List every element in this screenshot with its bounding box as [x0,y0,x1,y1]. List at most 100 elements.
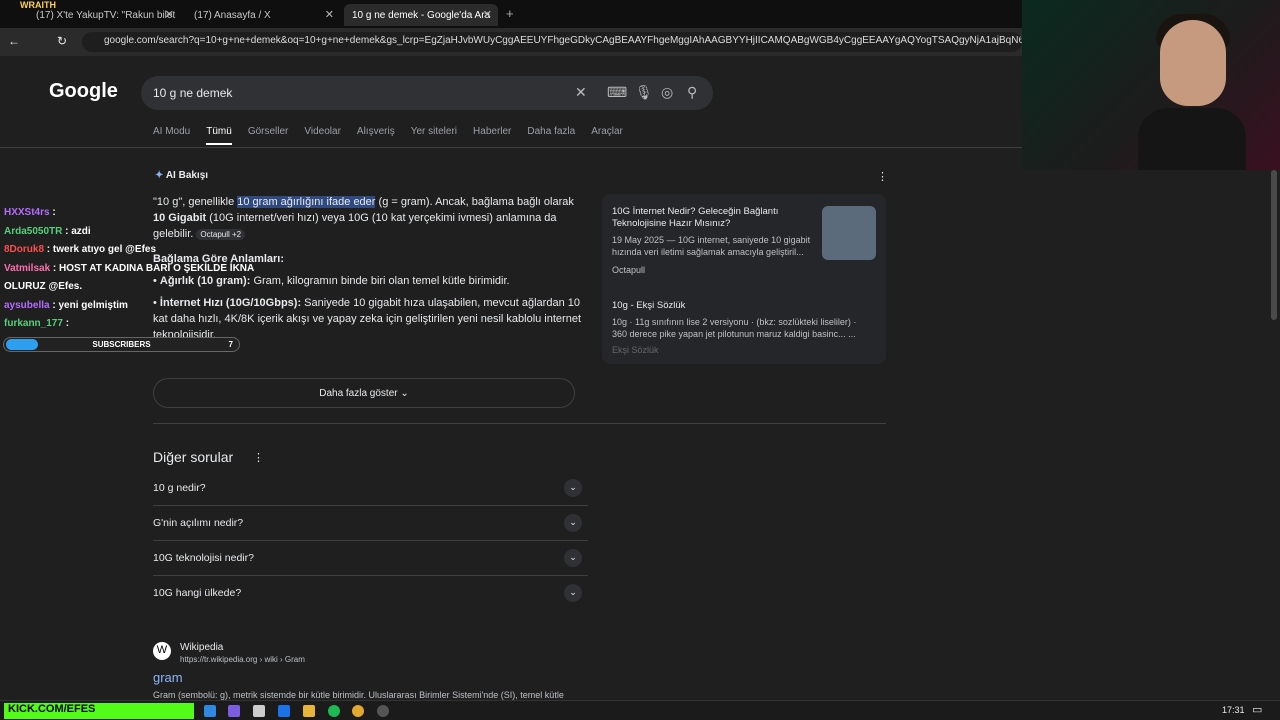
chat-text: twerk atıyo gel @Efes [52,244,157,255]
reload-icon[interactable]: ↻ [57,34,67,48]
google-logo[interactable]: Google [49,80,118,103]
show-more-button[interactable]: Daha fazla göster ⌄ [153,378,575,408]
tab-label: (17) Anasayfa / X [194,9,271,21]
more-icon[interactable]: ⋮ [253,451,264,464]
mic-icon[interactable]: 🎙 [635,84,653,101]
chat-user: furkann_177 [4,318,63,329]
tab-places[interactable]: Yer siteleri [411,126,457,145]
source-desc: 10g · 11g sınıfının lise 2 versiyonu · (… [612,317,857,339]
ai-menu-icon[interactable]: ⋮ [877,170,888,183]
subscriber-goal-bar: SUBSCRIBERS 7 [3,337,240,352]
source-title: 10g - Ekşi Sözlük [612,300,686,311]
close-icon[interactable]: ✕ [483,8,492,21]
search-input[interactable]: 10 g ne demek ✕ ⌨ 🎙 ◎ ⚲ [141,76,713,110]
spotify-icon[interactable] [328,705,340,717]
site-name: Wikipedia [180,642,224,653]
site-url: https://tr.wikipedia.org › wiki › Gram [180,655,305,664]
tab-news[interactable]: Haberler [473,126,511,145]
source-site: Ekşi Sözlük [612,345,659,355]
source-thumbnail[interactable] [822,206,876,260]
result-title[interactable]: gram [153,670,183,685]
related-questions-title: Diğer sorular [153,449,234,465]
chat-user: HXXSt4rs [4,207,50,218]
chat-text: azdi [71,225,91,237]
ai-highlight: 10 gram ağırlığını ifade eder [237,196,376,208]
source-desc: 19 May 2025 — 10G internet, saniyede 10 … [612,235,811,257]
ai-title-text: AI Bakışı [165,170,209,181]
source-badge[interactable]: Octapull +2 [196,229,246,240]
question-item[interactable]: 10G hangi ülkede? ⌄ [153,576,588,611]
clock[interactable]: 17:31 [1222,705,1245,715]
back-icon[interactable]: ← [8,34,20,48]
obs-icon[interactable] [377,705,389,717]
chevron-down-icon[interactable]: ⌄ [564,514,582,532]
keyboard-icon[interactable]: ⌨ [607,84,627,101]
chat-user: 8Doruk8 [4,244,45,255]
tab-x-yakup[interactable]: (17) X'te YakupTV: "Rakun bilet ✕ [28,4,180,26]
close-icon[interactable]: ✕ [165,8,174,21]
ai-overview-title: ✦ AI Bakışı [155,170,208,181]
tab-x-home[interactable]: (17) Anasayfa / X ✕ [186,4,340,26]
close-icon[interactable]: ✕ [325,8,334,21]
address-bar: ← ↻ google.com/search?q=10+g+ne+demek&oq… [0,28,1022,56]
chat-text: yeni gelmiştim [58,299,128,311]
subscribers-label: SUBSCRIBERS [92,340,151,349]
chevron-down-icon[interactable]: ⌄ [564,479,582,497]
tab-all[interactable]: Tümü [206,126,232,145]
clear-icon[interactable]: ✕ [575,84,587,101]
tab-label: 10 g ne demek - Google'da Ara [352,9,491,21]
divider [153,423,886,424]
wikipedia-result: W Wikipedia https://tr.wikipedia.org › w… [153,642,564,700]
notification-icon[interactable]: ▭ [1252,703,1262,716]
question-label: 10G hangi ülkede? [153,587,242,599]
tab-google-search[interactable]: 10 g ne demek - Google'da Ara ✕ [344,4,498,26]
chat-message: aysubella : yeni gelmiştim [4,299,128,311]
tab-shopping[interactable]: Alışveriş [357,126,395,145]
sparkle-icon: ✦ [155,170,164,181]
subscriber-progress-fill [6,339,38,350]
edge-icon[interactable] [204,705,216,717]
apps-icon[interactable] [253,705,265,717]
question-item[interactable]: G'nin açılımı nedir? ⌄ [153,506,588,541]
chat-message: Arda5050TR : azdi [4,225,91,237]
chat-user: Vatmilsak [4,262,51,274]
question-item[interactable]: 10G teknolojisi nedir? ⌄ [153,541,588,576]
new-tab-icon[interactable]: + [506,6,514,21]
chat-message: furkann_177 : [4,318,70,329]
browser-icon[interactable] [228,705,240,717]
chat-message: HXXSt4rs : [4,207,56,218]
tab-more[interactable]: Daha fazla [527,126,575,145]
outlook-icon[interactable] [278,705,290,717]
ai-text: (g = gram). Ancak, bağlama bağlı olarak [375,196,574,208]
source-site: Octapull [612,265,646,275]
source-card-eksi[interactable]: 10g - Ekşi Sözlük 10g · 11g sınıfının li… [612,300,872,356]
wikipedia-icon: W [153,642,171,660]
source-card-octapull[interactable]: 10G İnternet Nedir? Geleceğin Bağlantı T… [612,206,817,276]
chat-user: Arda5050TR [4,225,63,237]
search-icon[interactable]: ⚲ [687,84,697,101]
tab-tools[interactable]: Araçlar [591,126,623,145]
show-more-label: Daha fazla göster [319,388,398,399]
chat-message: Vatmilsak : HOST AT KADINA BARI O ŞEKİLD… [4,262,254,293]
chat-message: 8Doruk8 : twerk atıyo gel @Efes [4,244,157,255]
search-query: 10 g ne demek [153,86,233,100]
chevron-down-icon[interactable]: ⌄ [564,584,582,602]
url-field[interactable]: google.com/search?q=10+g+ne+demek&oq=10+… [82,32,1022,52]
tab-images[interactable]: Görseller [248,126,289,145]
kick-banner: KICK.COM/EFES [4,703,194,719]
webcam-face [1160,20,1226,106]
bullet-internet: • İnternet Hızı (10G/10Gbps): Saniyede 1… [153,297,581,341]
folder-icon[interactable] [303,705,315,717]
question-item[interactable]: 10 g nedir? ⌄ [153,471,588,506]
source-title: 10G İnternet Nedir? Geleceğin Bağlantı T… [612,206,779,229]
tab-label: (17) X'te YakupTV: "Rakun bilet [36,9,176,21]
tab-videos[interactable]: Videolar [304,126,341,145]
tab-ai-mode[interactable]: AI Modu [153,126,190,145]
lens-icon[interactable]: ◎ [661,84,673,101]
taskbar: KICK.COM/EFES 17:31 ▭ [0,700,1280,720]
stream-chat-overlay: HXXSt4rs : Arda5050TR : azdi 8Doruk8 : t… [0,204,254,334]
ai-sources-panel: 10G İnternet Nedir? Geleceğin Bağlantı T… [602,194,886,364]
chevron-down-icon[interactable]: ⌄ [564,549,582,567]
scrollbar[interactable] [1271,170,1277,320]
chrome-icon[interactable] [352,705,364,717]
